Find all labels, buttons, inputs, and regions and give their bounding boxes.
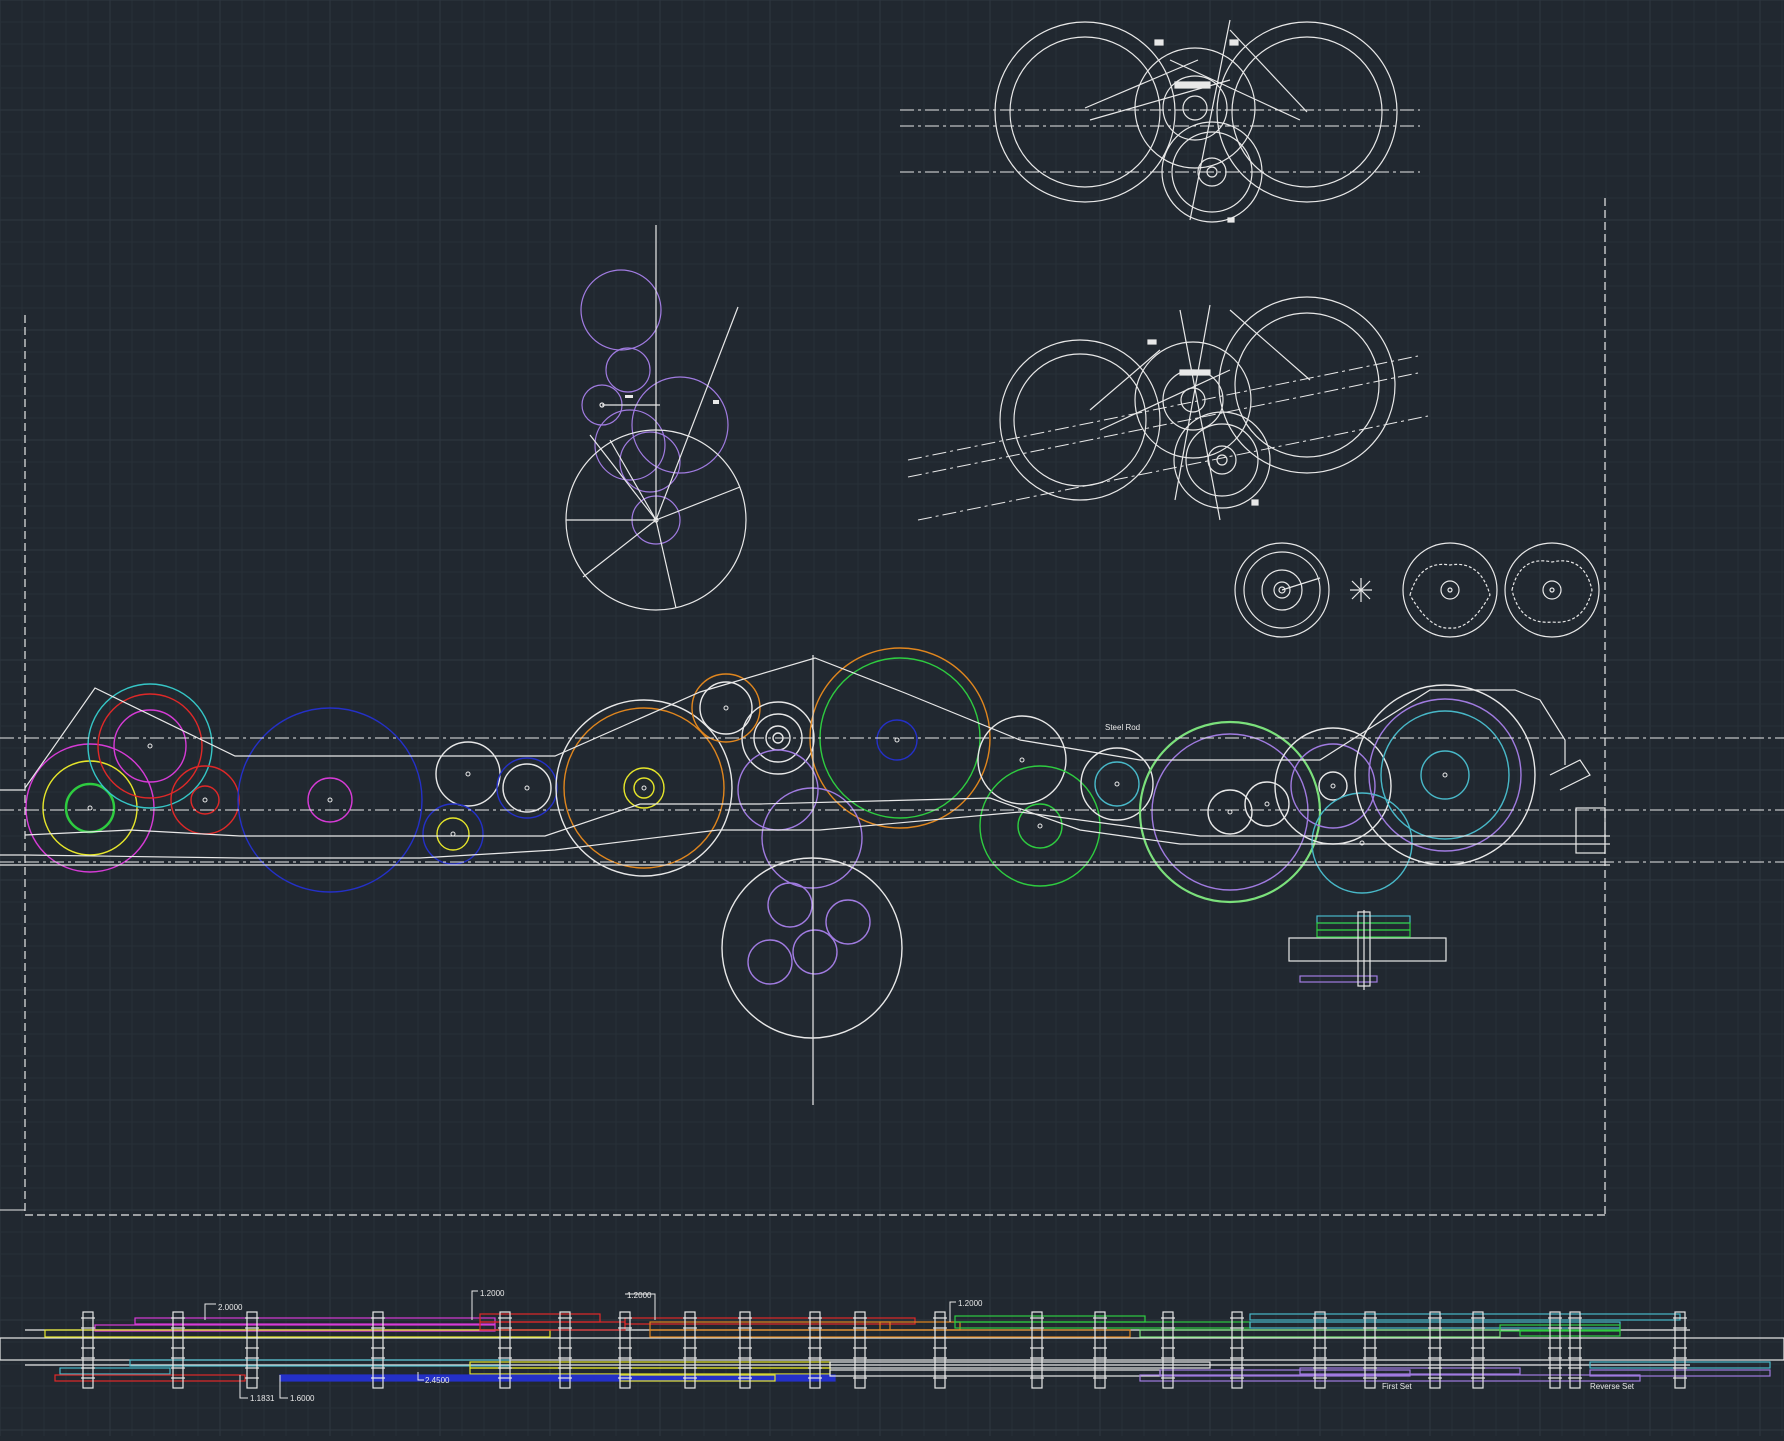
shaft-strip-bar xyxy=(134,1317,496,1325)
section-detail[interactable] xyxy=(1288,910,1447,990)
gear-layout-view-top[interactable] xyxy=(994,19,1398,223)
shaft-strip-bar xyxy=(954,1315,1146,1323)
background-grid xyxy=(0,0,1784,1436)
dimension-leaders xyxy=(204,1290,956,1399)
reverse-set-label: Reverse Set xyxy=(1590,1382,1635,1391)
dim-1-2000-c: 1.2000 xyxy=(958,1299,983,1308)
shaft-strip-bar xyxy=(649,1329,1131,1338)
shaft-strip-bar xyxy=(1429,1311,1441,1389)
dim-1-2000-b: 1.2000 xyxy=(627,1291,652,1300)
shaft-layout-strip[interactable] xyxy=(0,1311,1784,1389)
dim-1-1831: 1.1831 xyxy=(250,1394,275,1403)
dim-1-2000-a: 1.2000 xyxy=(480,1289,505,1298)
shaft-strip-bar xyxy=(0,1337,1784,1361)
gear-center-points xyxy=(87,705,1448,846)
shaft-strip-bar xyxy=(1549,1311,1561,1389)
dim-2-0000: 2.0000 xyxy=(218,1303,243,1312)
shaft-strip-bar xyxy=(954,1321,1251,1329)
cad-drawing-viewport[interactable]: Steel Rod 2.0000 1.2000 1.2000 1.2000 1.… xyxy=(0,0,1784,1436)
steel-rod-label: Steel Rod xyxy=(1105,723,1140,732)
shaft-strip-bar xyxy=(879,1321,961,1331)
shaft-strip-bar xyxy=(479,1321,626,1331)
border-ticks xyxy=(0,789,25,1211)
main-gear-train[interactable] xyxy=(25,647,1536,1039)
centerlines-tilted-view xyxy=(907,355,1429,521)
cad-model-space[interactable]: Steel Rod 2.0000 1.2000 1.2000 1.2000 1.… xyxy=(0,0,1784,1436)
shaft-strip-bar xyxy=(1569,1311,1581,1389)
dim-2-4500: 2.4500 xyxy=(425,1376,450,1385)
first-set-label: First Set xyxy=(1382,1382,1413,1391)
dim-1-6000: 1.6000 xyxy=(290,1394,315,1403)
shaft-strip-bar xyxy=(469,1367,831,1375)
gear-detail-views[interactable] xyxy=(1234,542,1600,638)
